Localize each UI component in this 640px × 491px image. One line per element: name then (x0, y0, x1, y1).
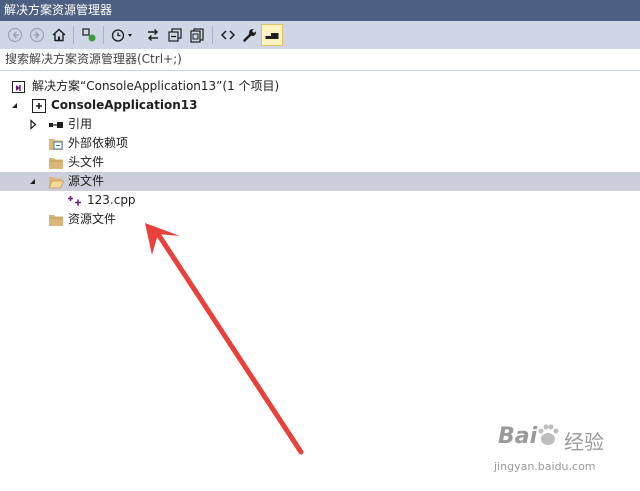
watermark-jingyan: 经验 (564, 430, 604, 454)
watermark-brand: Bai (498, 424, 538, 449)
baidu-jingyan-watermark: Bai 经验 jingyan.baidu.com (492, 416, 632, 486)
paw-logo-icon (538, 424, 559, 445)
watermark-url: jingyan.baidu.com (494, 460, 596, 473)
